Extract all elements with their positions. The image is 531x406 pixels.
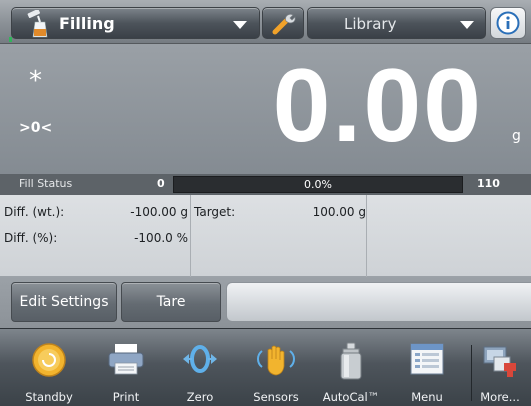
weight-unit[interactable]: g [512,128,521,144]
printer-icon [108,344,144,375]
nav-autocal-label: AutoCal™ [322,390,380,404]
chevron-down-icon [233,21,247,29]
wrench-icon [272,14,296,35]
center-of-zero-indicator: >0< [19,120,53,136]
column-divider [190,195,191,277]
application-selector[interactable]: Filling [11,7,260,39]
nav-zero[interactable]: Zero [167,329,233,406]
weight-display: * >0< 0.00 g [0,44,531,174]
nav-sensors-label: Sensors [253,390,299,404]
library-selector[interactable]: Library [307,7,486,39]
action-rail [226,282,531,322]
nav-print[interactable]: Print [93,329,159,406]
info-button[interactable] [490,7,526,39]
column-divider [366,195,367,277]
more-icon [483,346,516,377]
fill-status-bar: Fill Status 0 0.0% 110 [0,174,531,195]
nav-autocal[interactable]: AutoCal™ [318,329,384,406]
nav-print-label: Print [112,390,140,404]
fill-status-max: 110 [477,177,500,190]
nav-zero-label: Zero [186,390,214,404]
target-value: 100.00 g [312,205,366,219]
fill-status-min: 0 [157,177,165,190]
zero-icon [183,345,217,373]
menu-window-icon [410,343,444,375]
status-indicator [9,37,12,42]
settings-button[interactable] [262,7,304,39]
tare-button[interactable]: Tare [121,282,221,322]
diff-weight-value: -100.00 g [130,205,188,219]
calibration-weight-icon [340,342,362,380]
nav-menu[interactable]: Menu [394,329,460,406]
fill-status-label: Fill Status [19,177,73,190]
diff-percent-label: Diff. (%): [4,231,58,245]
target-label: Target: [194,205,236,219]
diff-percent-value: -100.0 % [134,231,188,245]
nav-standby[interactable]: Standby [16,329,82,406]
bottom-nav: Standby Print Zero Sensors AutoCal™ Menu… [0,328,531,406]
fill-progress-percent: 0.0% [304,178,332,191]
diff-weight-label: Diff. (wt.): [4,205,65,219]
action-button-row: Edit Settings Tare [0,277,531,328]
filling-bottle-icon [26,9,52,38]
nav-more-label: More... [480,390,520,404]
info-icon [496,11,520,35]
top-bar: Filling Library [0,0,531,44]
application-name: Filling [59,14,115,33]
standby-icon [32,343,66,377]
stable-indicator: * [29,66,42,96]
data-fields-panel: Diff. (wt.): -100.00 g Diff. (%): -100.0… [0,195,531,277]
chevron-down-icon [460,21,474,29]
library-label: Library [344,15,397,33]
weight-value: 0.00 [272,48,483,164]
nav-menu-label: Menu [411,390,443,404]
edit-settings-button[interactable]: Edit Settings [11,282,117,322]
nav-standby-label: Standby [25,390,73,404]
sensors-hand-icon [257,345,295,376]
nav-more[interactable]: More... [467,329,531,406]
fill-progress-track: 0.0% [173,176,463,193]
nav-sensors[interactable]: Sensors [243,329,309,406]
